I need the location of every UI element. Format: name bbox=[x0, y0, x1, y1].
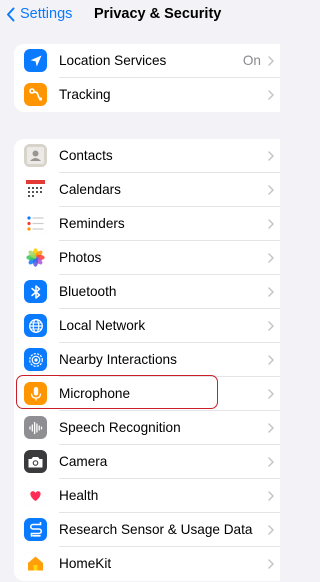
settings-row-photos[interactable]: Photos bbox=[14, 241, 280, 275]
bluetooth-icon bbox=[24, 280, 47, 303]
chevron-right-icon bbox=[268, 389, 274, 399]
nearby-icon bbox=[24, 348, 47, 371]
camera-icon bbox=[24, 450, 47, 473]
settings-row-homekit[interactable]: HomeKit bbox=[14, 547, 280, 581]
location-arrow-icon bbox=[24, 49, 47, 72]
settings-row-health[interactable]: Health bbox=[14, 479, 280, 513]
settings-row-speech-recognition[interactable]: Speech Recognition bbox=[14, 411, 280, 445]
chevron-right-icon bbox=[268, 90, 274, 100]
row-label: Research Sensor & Usage Data bbox=[59, 522, 253, 537]
chevron-right-icon bbox=[268, 457, 274, 467]
row-label: Contacts bbox=[59, 148, 113, 163]
back-button[interactable]: Settings bbox=[6, 5, 72, 23]
settings-row-tracking[interactable]: Tracking bbox=[14, 78, 280, 112]
chevron-right-icon bbox=[268, 559, 274, 569]
microphone-icon bbox=[24, 382, 47, 405]
contacts-icon bbox=[24, 144, 47, 167]
chevron-right-icon bbox=[268, 219, 274, 229]
back-button-label: Settings bbox=[20, 6, 73, 22]
home-icon bbox=[24, 552, 47, 575]
settings-row-contacts[interactable]: Contacts bbox=[14, 139, 280, 173]
row-label: Reminders bbox=[59, 216, 125, 231]
row-value: On bbox=[242, 53, 261, 68]
reminders-icon bbox=[24, 212, 47, 235]
chevron-right-icon bbox=[268, 491, 274, 501]
settings-row-nearby-interactions[interactable]: Nearby Interactions bbox=[14, 343, 280, 377]
settings-row-location[interactable]: Location Services On bbox=[14, 44, 280, 78]
settings-row-reminders[interactable]: Reminders bbox=[14, 207, 280, 241]
photos-icon bbox=[24, 246, 47, 269]
row-label: Bluetooth bbox=[59, 284, 117, 299]
settings-row-camera[interactable]: Camera bbox=[14, 445, 280, 479]
location-tracking-group: Location Services On Tracking bbox=[14, 44, 280, 112]
page-title: Privacy & Security bbox=[94, 6, 222, 22]
row-label: Microphone bbox=[59, 386, 131, 401]
settings-row-microphone[interactable]: Microphone bbox=[14, 377, 280, 411]
chevron-right-icon bbox=[268, 287, 274, 297]
settings-row-local-network[interactable]: Local Network bbox=[14, 309, 280, 343]
heart-icon bbox=[24, 484, 47, 507]
row-label: Speech Recognition bbox=[59, 420, 181, 435]
settings-row-research[interactable]: Research Sensor & Usage Data bbox=[14, 513, 280, 547]
settings-row-calendars[interactable]: Calendars bbox=[14, 173, 280, 207]
chevron-right-icon bbox=[268, 525, 274, 535]
row-label: Location Services bbox=[59, 53, 167, 68]
row-label: Calendars bbox=[59, 182, 121, 197]
row-label: HomeKit bbox=[59, 556, 112, 571]
chevron-right-icon bbox=[268, 151, 274, 161]
row-label: Photos bbox=[59, 250, 102, 265]
chevron-right-icon bbox=[268, 423, 274, 433]
research-icon bbox=[24, 518, 47, 541]
row-label: Health bbox=[59, 488, 99, 503]
settings-row-bluetooth[interactable]: Bluetooth bbox=[14, 275, 280, 309]
row-label: Tracking bbox=[59, 87, 111, 102]
chevron-right-icon bbox=[268, 355, 274, 365]
chevron-left-icon bbox=[7, 7, 15, 21]
chevron-right-icon bbox=[268, 185, 274, 195]
row-label: Nearby Interactions bbox=[59, 352, 177, 367]
globe-icon bbox=[24, 314, 47, 337]
chevron-right-icon bbox=[268, 321, 274, 331]
chevron-right-icon bbox=[268, 253, 274, 263]
chevron-right-icon bbox=[268, 56, 274, 66]
row-label: Camera bbox=[59, 454, 108, 469]
tracking-icon bbox=[24, 83, 47, 106]
row-label: Local Network bbox=[59, 318, 146, 333]
permissions-group: Contacts Calendars Reminders Photos Bluetoot… bbox=[14, 139, 280, 581]
waveform-icon bbox=[24, 416, 47, 439]
calendar-icon bbox=[24, 178, 47, 201]
navigation-bar: Settings Privacy & Security bbox=[0, 0, 280, 28]
